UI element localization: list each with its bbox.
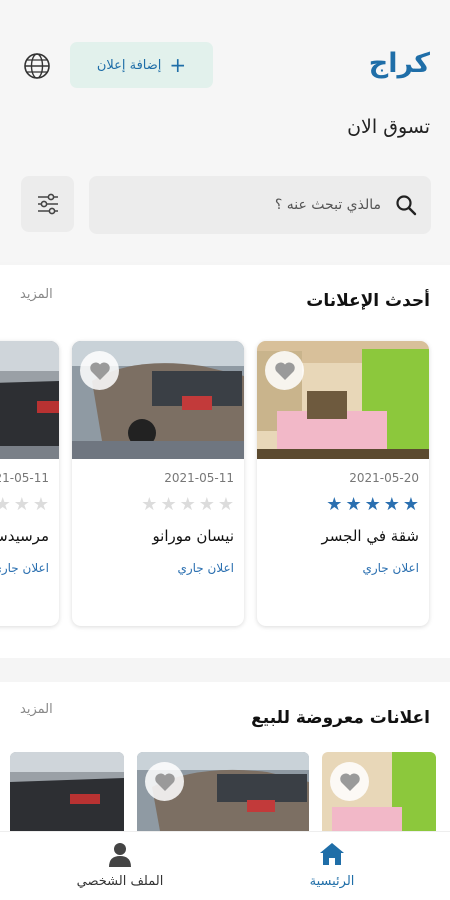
- heart-icon: [154, 772, 175, 791]
- rating-stars: ★ ★ ★ ★ ★: [0, 494, 49, 515]
- star-icon: ★: [198, 494, 215, 515]
- ad-title: نيسان مورانو: [152, 527, 234, 545]
- favorite-button[interactable]: [330, 762, 369, 801]
- heart-icon: [89, 361, 110, 380]
- search-input[interactable]: مالذي تبحث عنه ؟: [89, 176, 431, 234]
- nav-profile-label: الملف الشخصي: [76, 874, 164, 889]
- ad-image: [0, 341, 59, 459]
- ad-date: 2021-05-11: [0, 471, 49, 485]
- star-icon: ★: [326, 494, 343, 515]
- star-icon: ★: [402, 494, 419, 515]
- page-subtitle: تسوق الان: [347, 116, 430, 138]
- filter-button[interactable]: [21, 176, 74, 232]
- add-ad-label: إضافة إعلان: [96, 57, 162, 73]
- favorite-button[interactable]: [80, 351, 119, 390]
- star-icon: ★: [345, 494, 362, 515]
- nav-home-label: الرئيسية: [309, 874, 355, 889]
- ad-date: 2021-05-11: [164, 471, 234, 485]
- ad-status: اعلان جاري: [0, 561, 49, 575]
- bottom-navigation: الرئيسية الملف الشخصي: [0, 831, 450, 900]
- more-link[interactable]: المزيد: [20, 287, 53, 302]
- for-sale-section: اعلانات معروضة للبيع المزيد: [0, 682, 450, 832]
- more-link[interactable]: المزيد: [20, 702, 53, 717]
- ad-status: اعلان جاري: [362, 561, 419, 575]
- star-icon: ★: [32, 494, 49, 515]
- plus-icon: +: [169, 53, 187, 77]
- section-title: أحدث الإعلانات: [306, 291, 430, 311]
- ad-status: اعلان جاري: [177, 561, 234, 575]
- ad-title: مرسيدس: [0, 527, 49, 545]
- nav-home[interactable]: الرئيسية: [262, 840, 402, 889]
- star-icon: ★: [160, 494, 177, 515]
- ad-thumbnail[interactable]: [10, 752, 124, 832]
- ad-image: [10, 752, 124, 832]
- ad-card[interactable]: 2021-05-20 ★ ★ ★ ★ ★ شقة في الجسر اعلان …: [257, 341, 429, 626]
- heart-icon: [339, 772, 360, 791]
- user-icon: [109, 843, 131, 867]
- home-icon: [320, 843, 344, 865]
- ad-card[interactable]: 2021-05-11 ★ ★ ★ ★ ★ نيسان مورانو اعلان …: [72, 341, 244, 626]
- star-icon: ★: [383, 494, 400, 515]
- section-title: اعلانات معروضة للبيع: [251, 708, 430, 728]
- add-ad-button[interactable]: إضافة إعلان +: [70, 42, 213, 88]
- sliders-icon: [37, 193, 58, 215]
- ad-card[interactable]: 2021-05-11 ★ ★ ★ ★ ★ مرسيدس اعلان جاري: [0, 341, 59, 626]
- favorite-button[interactable]: [265, 351, 304, 390]
- search-placeholder: مالذي تبحث عنه ؟: [274, 197, 381, 213]
- app-brand: كراج: [368, 48, 430, 79]
- search-icon: [396, 195, 417, 216]
- globe-icon[interactable]: [23, 52, 51, 80]
- ad-date: 2021-05-20: [349, 471, 419, 485]
- star-icon: ★: [217, 494, 234, 515]
- ad-title: شقة في الجسر: [321, 527, 420, 545]
- header: كراج إضافة إعلان + تسوق الان مالذي تبحث …: [0, 0, 450, 262]
- rating-stars: ★ ★ ★ ★ ★: [326, 494, 419, 515]
- star-icon: ★: [364, 494, 381, 515]
- star-icon: ★: [141, 494, 158, 515]
- favorite-button[interactable]: [145, 762, 184, 801]
- nav-profile[interactable]: الملف الشخصي: [50, 840, 190, 889]
- rating-stars: ★ ★ ★ ★ ★: [141, 494, 234, 515]
- ad-thumbnail[interactable]: [322, 752, 436, 832]
- heart-icon: [274, 361, 295, 380]
- star-icon: ★: [179, 494, 196, 515]
- star-icon: ★: [13, 494, 30, 515]
- ad-thumbnail[interactable]: [137, 752, 309, 832]
- latest-ads-section: أحدث الإعلانات المزيد 2021-05-20 ★ ★ ★ ★…: [0, 265, 450, 658]
- star-icon: ★: [0, 494, 11, 515]
